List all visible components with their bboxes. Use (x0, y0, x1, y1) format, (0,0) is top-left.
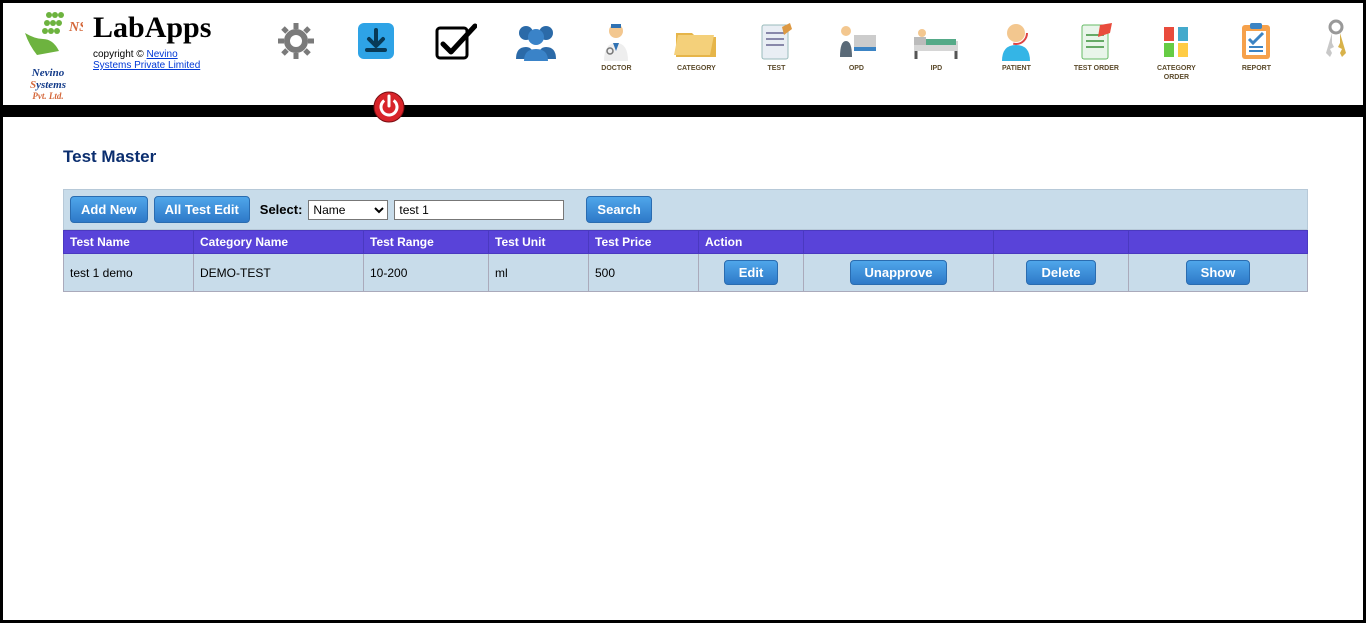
settings-icon (276, 19, 316, 63)
copyright: copyright © Nevino Systems Private Limit… (93, 49, 211, 71)
nav-test[interactable]: TEST (751, 19, 801, 73)
edit-button[interactable]: Edit (724, 260, 779, 285)
nav-ipd[interactable]: IPD (911, 19, 961, 73)
cell-unapprove: Unapprove (804, 254, 994, 292)
test-table: Test Name Category Name Test Range Test … (63, 230, 1308, 292)
svg-text:NS: NS (68, 20, 83, 35)
logo-icon: NS (13, 9, 83, 65)
ipd-icon (912, 19, 960, 63)
col-blank2 (994, 231, 1129, 254)
testorder-icon (1076, 19, 1116, 63)
cell-unit: ml (489, 254, 589, 292)
cell-delete: Delete (994, 254, 1129, 292)
select-label: Select: (260, 202, 303, 217)
col-blank3 (1129, 231, 1308, 254)
cell-category: DEMO-TEST (194, 254, 364, 292)
category-icon (674, 19, 718, 63)
categoryorder-icon (1156, 19, 1196, 63)
nav-category[interactable]: CATEGORY (671, 19, 721, 73)
opd-icon (834, 19, 878, 63)
nav-opd[interactable]: OPD (831, 19, 881, 73)
nav-download[interactable] (351, 19, 401, 64)
patient-icon (996, 19, 1036, 63)
separator-bar (3, 105, 1363, 117)
nav-report[interactable]: REPORT (1231, 19, 1281, 73)
cell-price: 500 (589, 254, 699, 292)
nav-settings[interactable] (271, 19, 321, 64)
nav-doctor[interactable]: DOCTOR (591, 19, 641, 73)
cell-show: Show (1129, 254, 1308, 292)
app-title: LabApps (93, 9, 211, 45)
nav-people[interactable] (511, 19, 561, 64)
nav-patient[interactable]: PATIENT (991, 19, 1041, 73)
nav-testorder[interactable]: TEST ORDER (1071, 19, 1121, 73)
col-blank1 (804, 231, 994, 254)
check-icon (435, 19, 477, 63)
toolbar: Add New All Test Edit Select: Name Searc… (63, 189, 1308, 230)
nav-check[interactable] (431, 19, 481, 64)
show-button[interactable]: Show (1186, 260, 1251, 285)
add-new-button[interactable]: Add New (70, 196, 148, 223)
col-category-name: Category Name (194, 231, 364, 254)
unapprove-button[interactable]: Unapprove (850, 260, 948, 285)
power-button[interactable] (373, 91, 405, 128)
doctor-icon (596, 19, 636, 63)
download-icon (357, 19, 395, 63)
keys-icon (1316, 19, 1356, 63)
top-nav: DOCTOR CATEGORY TEST OPD (271, 9, 1361, 82)
nav-keys[interactable] (1311, 19, 1361, 64)
delete-button[interactable]: Delete (1026, 260, 1095, 285)
col-test-price: Test Price (589, 231, 699, 254)
company-logo: NS Nevino Systems Pvt. Ltd. (13, 9, 83, 101)
search-input[interactable] (394, 200, 564, 220)
col-test-unit: Test Unit (489, 231, 589, 254)
people-icon (514, 19, 558, 63)
cell-edit: Edit (699, 254, 804, 292)
col-test-range: Test Range (364, 231, 489, 254)
col-action: Action (699, 231, 804, 254)
col-test-name: Test Name (64, 231, 194, 254)
select-field-dropdown[interactable]: Name (308, 200, 388, 220)
nav-categoryorder[interactable]: CATEGORY ORDER (1151, 19, 1201, 82)
cell-test-name: test 1 demo (64, 254, 194, 292)
all-test-edit-button[interactable]: All Test Edit (154, 196, 250, 223)
page-title: Test Master (63, 147, 1308, 167)
report-icon (1236, 19, 1276, 63)
cell-range: 10-200 (364, 254, 489, 292)
table-row: test 1 demo DEMO-TEST 10-200 ml 500 Edit… (64, 254, 1308, 292)
test-icon (756, 19, 796, 63)
search-button[interactable]: Search (586, 196, 651, 223)
